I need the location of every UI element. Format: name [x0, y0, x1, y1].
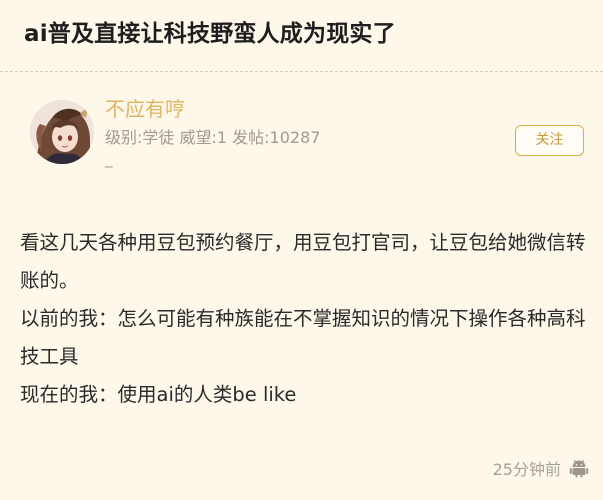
divider — [0, 71, 603, 72]
post-title: ai普及直接让科技野蛮人成为现实了 — [24, 21, 396, 47]
avatar[interactable] — [30, 100, 94, 164]
content-paragraph: 看这几天各种用豆包预约餐厅，用豆包打官司，让豆包给她微信转账的。 — [20, 231, 586, 292]
post-content: 看这几天各种用豆包预约餐厅，用豆包打官司，让豆包给她微信转账的。 以前的我：怎么… — [20, 224, 588, 414]
title-bar: ai普及直接让科技野蛮人成为现实了 — [0, 0, 603, 66]
post-time: 25分钟前 — [492, 460, 561, 479]
author-extra: _ — [105, 150, 113, 168]
content-paragraph: 现在的我：使用ai的人类be like — [20, 383, 297, 406]
android-icon — [569, 459, 589, 478]
author-name[interactable]: 不应有哼 — [105, 93, 185, 122]
author-info: 级别:学徒 威望:1 发帖:10287 — [105, 128, 321, 147]
content-paragraph: 以前的我：怎么可能有种族能在不掌握知识的情况下操作各种高科技工具 — [20, 307, 586, 368]
anime-avatar-icon — [30, 100, 94, 164]
follow-button[interactable]: 关注 — [515, 125, 584, 156]
